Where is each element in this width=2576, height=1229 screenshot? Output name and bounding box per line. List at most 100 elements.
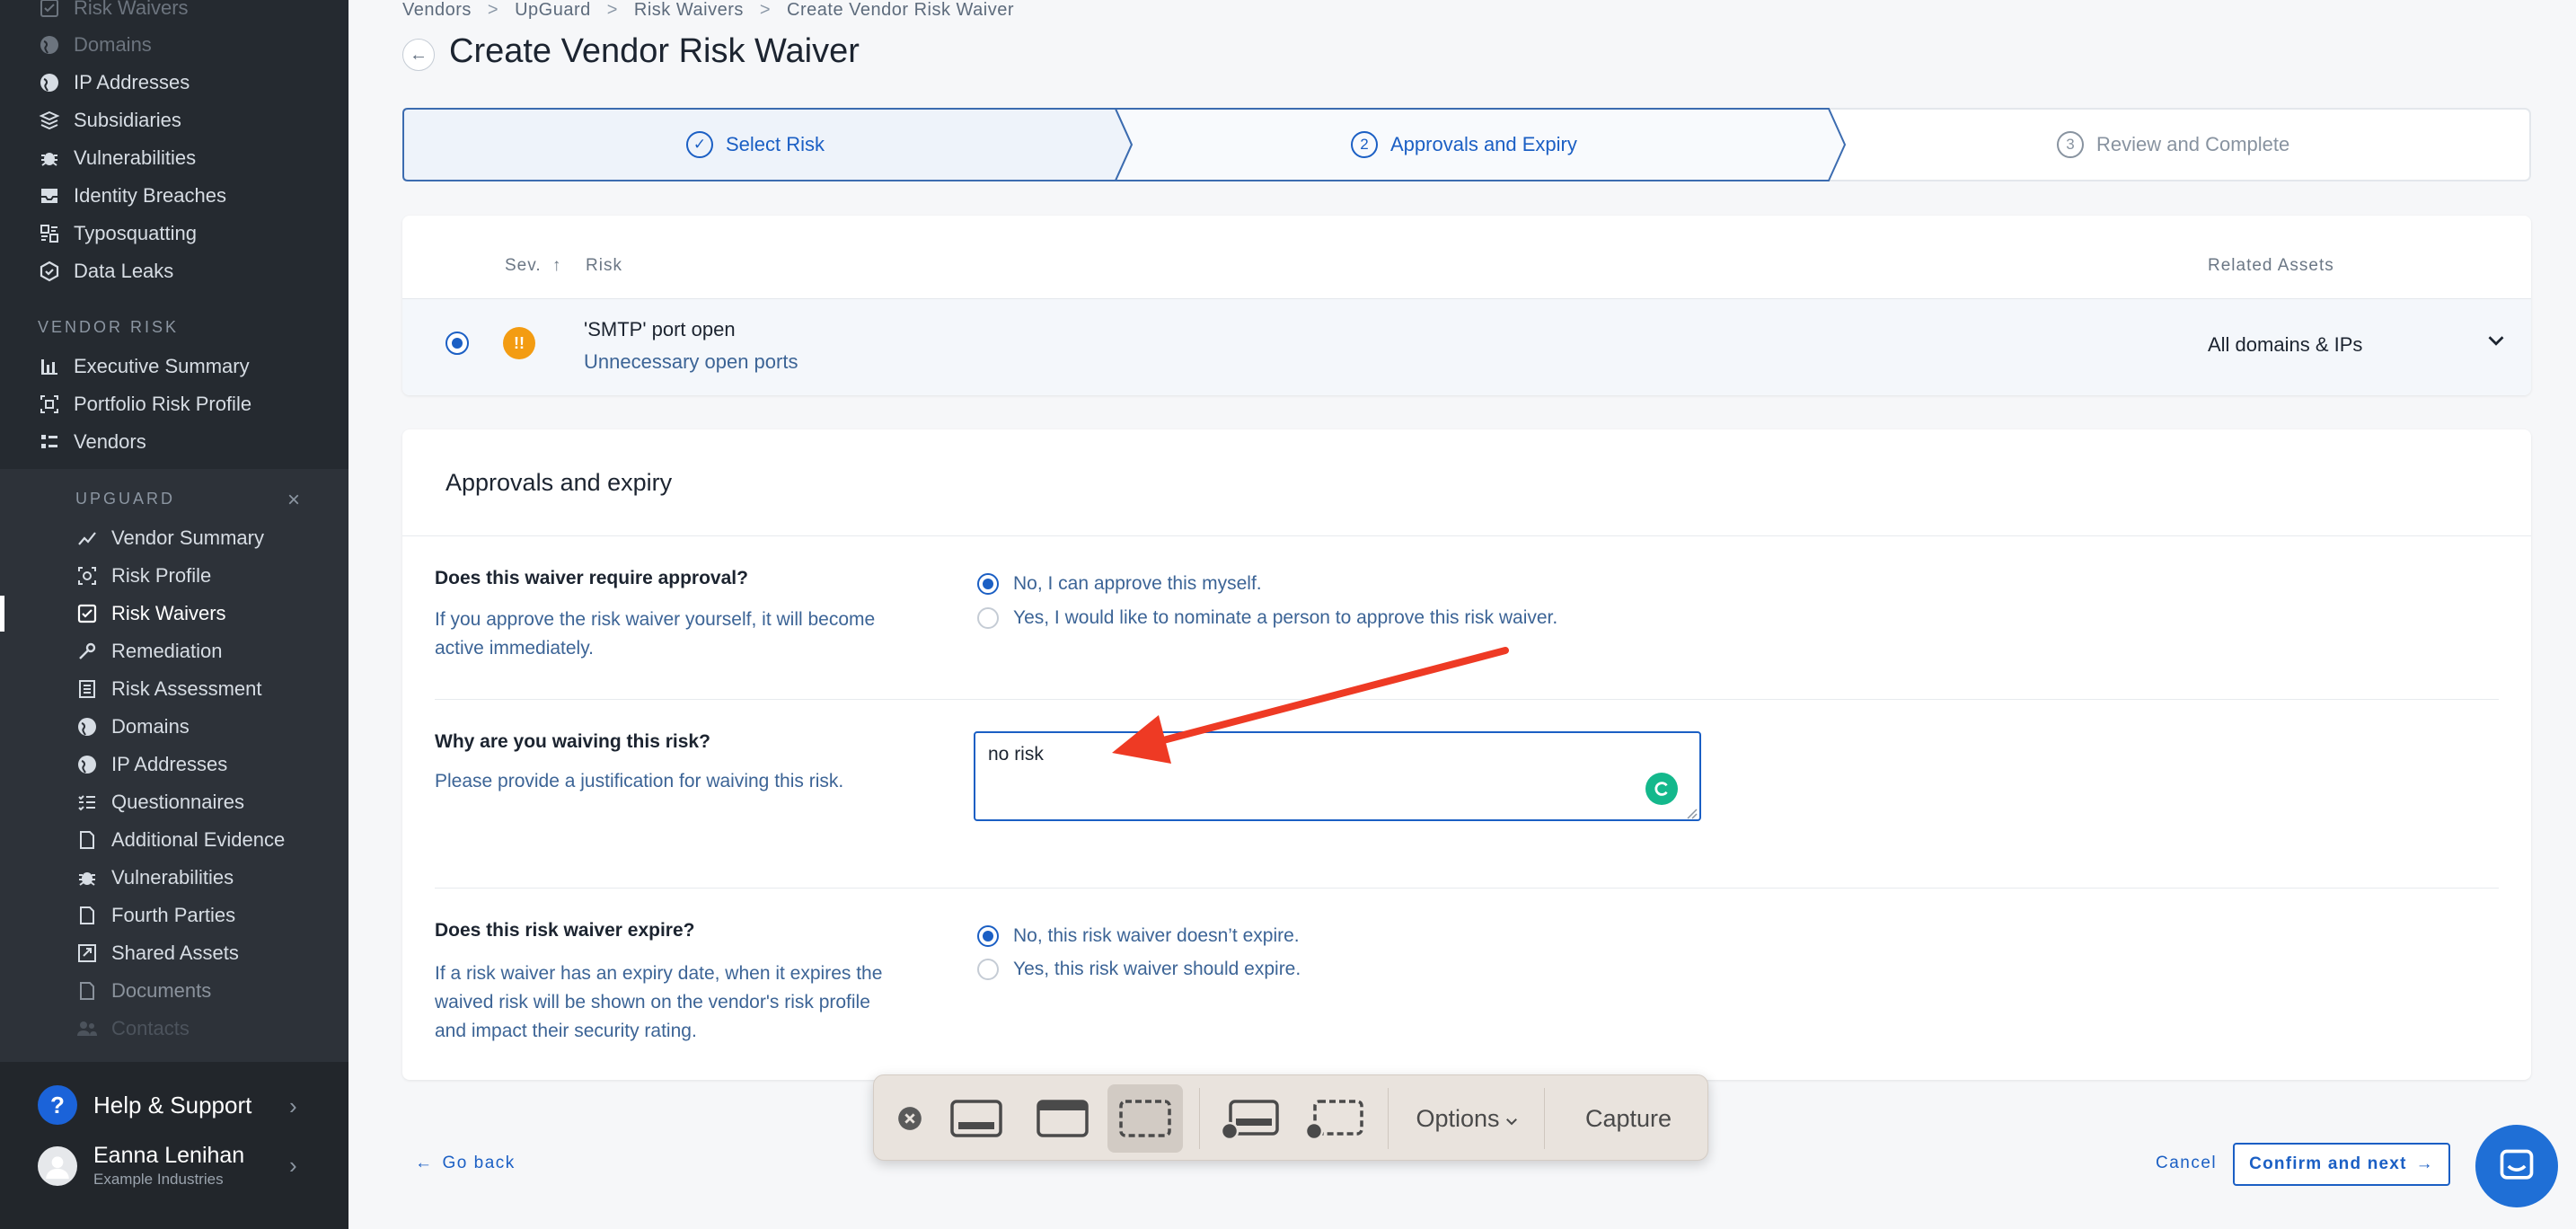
record-selection-icon: [1304, 1100, 1363, 1140]
arrow-left-icon: ←: [415, 1154, 434, 1172]
user-name: Eanna Lenihan: [93, 1143, 245, 1168]
sidebar-item-ip-addresses[interactable]: IP Addresses: [0, 746, 348, 783]
chevron-down-icon[interactable]: [2483, 327, 2510, 354]
sidebar-item-subsidiaries[interactable]: Subsidiaries: [0, 102, 348, 139]
option-label: Yes, I would like to nominate a person t…: [1013, 607, 1558, 628]
inbox-icon: [38, 184, 61, 208]
progress-stepper: ✓ Select Risk 2 Approvals and Expiry 3 R…: [402, 108, 2531, 181]
user-org: Example Industries: [93, 1171, 224, 1188]
sidebar-item-label: Documents: [111, 979, 212, 1002]
sidebar-item-fourth-parties[interactable]: Fourth Parties: [0, 897, 348, 934]
risk-select-radio[interactable]: [446, 332, 469, 355]
sidebar-item-shared-assets[interactable]: Shared Assets: [0, 934, 348, 972]
divider: [1388, 1088, 1389, 1149]
grammarly-icon[interactable]: [1645, 773, 1678, 805]
sidebar-item-questionnaires[interactable]: Questionnaires: [0, 783, 348, 821]
step-select-risk[interactable]: ✓ Select Risk: [686, 108, 825, 181]
options-menu-button[interactable]: Options: [1400, 1084, 1535, 1153]
breadcrumb-vendors[interactable]: Vendors: [402, 0, 472, 21]
typosquat-icon: [38, 222, 61, 245]
sidebar-item-risk-assessment[interactable]: Risk Assessment: [0, 670, 348, 708]
capture-window-button[interactable]: [1025, 1084, 1100, 1153]
sidebar-item-remediation[interactable]: Remediation: [0, 632, 348, 670]
sidebar-item-contacts[interactable]: Contacts: [0, 1010, 348, 1048]
capture-selection-button[interactable]: [1107, 1084, 1183, 1153]
radio-button[interactable]: [977, 607, 999, 629]
cancel-button[interactable]: Cancel: [2156, 1154, 2217, 1173]
user-menu[interactable]: Eanna Lenihan Example Industries: [38, 1143, 244, 1189]
sidebar-item-typosquatting[interactable]: Typosquatting: [0, 215, 348, 252]
capture-button[interactable]: Capture: [1557, 1084, 1700, 1153]
sidebar-item-domains-top[interactable]: Domains: [0, 26, 348, 64]
sidebar-item-vendors[interactable]: Vendors: [0, 423, 348, 461]
sidebar-item-vendor-summary[interactable]: Vendor Summary: [0, 519, 348, 557]
breadcrumb-upguard[interactable]: UpGuard: [515, 0, 591, 21]
wrench-icon: [75, 640, 99, 663]
sidebar-item-risk-waivers-top[interactable]: Risk Waivers: [0, 0, 348, 27]
step-approvals-and-expiry[interactable]: 2 Approvals and Expiry: [1351, 108, 1577, 181]
sidebar-item-vulnerabilities-top[interactable]: Vulnerabilities: [0, 139, 348, 177]
record-screen-icon: [1220, 1100, 1279, 1140]
sidebar-item-portfolio-risk-profile[interactable]: Portfolio Risk Profile: [0, 385, 348, 423]
sidebar-item-label: Shared Assets: [111, 942, 239, 964]
step-number: 3: [2057, 131, 2084, 158]
breadcrumb-risk-waivers[interactable]: Risk Waivers: [634, 0, 744, 21]
sidebar-item-label: Data Leaks: [74, 260, 174, 282]
step-review-and-complete[interactable]: 3 Review and Complete: [2057, 108, 2289, 181]
screen-icon: [950, 1100, 1002, 1137]
chat-support-button[interactable]: [2475, 1125, 2558, 1207]
option-label: No, I can approve this myself.: [1013, 573, 1262, 594]
chevron-right-icon: ›: [289, 1152, 297, 1179]
sidebar-item-label: Questionnaires: [111, 791, 244, 813]
go-back-button[interactable]: ← Go back: [415, 1154, 516, 1173]
globe-icon: [75, 715, 99, 738]
close-icon[interactable]: ×: [287, 488, 300, 513]
sidebar-item-risk-waivers[interactable]: Risk Waivers: [0, 595, 348, 632]
sidebar-item-label: Remediation: [111, 640, 223, 662]
record-screen-button[interactable]: [1212, 1084, 1287, 1153]
resize-handle-icon[interactable]: [1685, 807, 1698, 819]
sidebar-item-label: Vendors: [74, 430, 146, 453]
sidebar-item-data-leaks[interactable]: Data Leaks: [0, 252, 348, 290]
justification-question: Why are you waiving this risk?: [435, 731, 710, 752]
sidebar-item-domains[interactable]: Domains: [0, 708, 348, 746]
sidebar-item-executive-summary[interactable]: Executive Summary: [0, 348, 348, 385]
sidebar-item-vulnerabilities[interactable]: Vulnerabilities: [0, 859, 348, 897]
radio-button[interactable]: [977, 573, 999, 595]
sidebar-item-label: Risk Waivers: [111, 602, 226, 624]
radio-button[interactable]: [977, 925, 999, 947]
upguard-section-label: UPGUARD: [75, 490, 176, 508]
help-and-support-link[interactable]: ? Help & Support: [38, 1085, 251, 1125]
sidebar-item-documents[interactable]: Documents: [0, 972, 348, 1010]
globe-pin-icon: [38, 71, 61, 94]
sidebar-item-label: IP Addresses: [111, 753, 228, 775]
column-header-severity[interactable]: Sev. ↑: [505, 256, 561, 276]
sidebar-item-identity-breaches[interactable]: Identity Breaches: [0, 177, 348, 215]
page-title: Create Vendor Risk Waiver: [449, 32, 860, 70]
chat-icon: [2500, 1149, 2534, 1180]
vendor-risk-section-label: VENDOR RISK: [38, 318, 180, 336]
capture-entire-screen-button[interactable]: [939, 1084, 1014, 1153]
sidebar-item-additional-evidence[interactable]: Additional Evidence: [0, 821, 348, 859]
globe-pin-icon: [75, 753, 99, 776]
approval-option-self[interactable]: No, I can approve this myself.: [977, 573, 1262, 595]
column-header-risk: Risk: [586, 256, 622, 275]
sidebar-item-label: Executive Summary: [74, 355, 250, 377]
risk-subtitle: Unnecessary open ports: [584, 350, 798, 373]
step-label: Approvals and Expiry: [1390, 133, 1577, 155]
sidebar-item-risk-profile[interactable]: Risk Profile: [0, 557, 348, 595]
radio-button[interactable]: [977, 959, 999, 980]
expiry-option-no[interactable]: No, this risk waiver doesn’t expire.: [977, 925, 1300, 947]
approval-option-nominate[interactable]: Yes, I would like to nominate a person t…: [977, 607, 1557, 629]
record-selection-button[interactable]: [1296, 1084, 1372, 1153]
file-icon: [75, 828, 99, 852]
back-button[interactable]: ←: [402, 39, 435, 71]
confirm-and-next-button[interactable]: Confirm and next →: [2233, 1143, 2450, 1186]
selected-risk-table: Sev. ↑ Risk Related Assets !! 'SMTP' por…: [402, 216, 2531, 395]
globe-icon: [38, 33, 61, 57]
expiry-option-yes[interactable]: Yes, this risk waiver should expire.: [977, 959, 1301, 980]
close-toolbar-button[interactable]: [883, 1084, 937, 1153]
confirm-label: Confirm and next: [2249, 1154, 2407, 1173]
go-back-label: Go back: [442, 1154, 516, 1172]
sidebar-item-ip-addresses-top[interactable]: IP Addresses: [0, 64, 348, 102]
